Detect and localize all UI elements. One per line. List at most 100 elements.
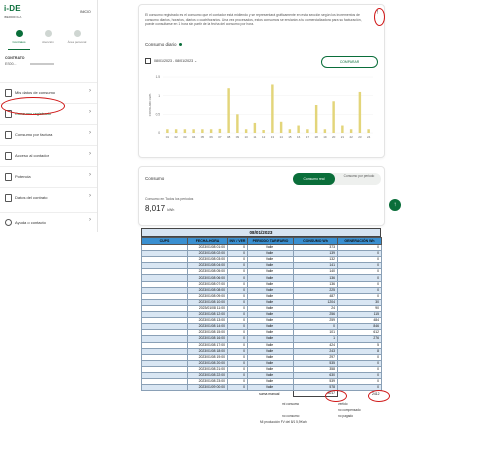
bar (288, 129, 292, 133)
y-tick-label: 1.5 (156, 75, 161, 79)
col-header-consumo: CONSUMO Wh (293, 237, 338, 245)
chart-card-title: Consumo diario (145, 42, 182, 47)
date-range-picker[interactable]: 08/01/2023 - 08/01/2023 ⌄ (145, 58, 197, 64)
table-cell (227, 390, 248, 397)
note-mi-consumo: mi consumo (282, 402, 300, 406)
x-tick-label: 24 (367, 135, 371, 139)
note-produccion-fv: Mi producción FV del 8/1 5,9Kwh (260, 420, 307, 424)
x-tick-label: 09 (236, 135, 240, 139)
chevron-right-icon: › (89, 88, 91, 94)
chevron-right-icon: › (89, 217, 91, 223)
x-tick-label: 22 (349, 135, 353, 139)
document-icon (15, 30, 23, 37)
x-tick-label: 11 (253, 135, 256, 139)
note-no-compensado: no compensado (338, 408, 361, 412)
annotation-circle-generacion (368, 390, 390, 402)
chevron-right-icon: › (89, 109, 91, 115)
x-tick-label: 07 (218, 135, 222, 139)
x-tick-label: 06 (209, 135, 213, 139)
y-axis-label: CONSUMO kWh (148, 93, 152, 116)
bar (201, 129, 204, 133)
home-link[interactable]: INICIO (80, 10, 91, 14)
x-tick-label: 12 (262, 135, 266, 139)
bar (358, 91, 362, 133)
x-tick-label: 16 (297, 135, 301, 139)
contract-value[interactable]: ES00... (5, 62, 16, 66)
x-tick-label: 13 (271, 135, 275, 139)
daily-consumption-chart: 0 0.5 1 1.5 CONSUMO kWh 01 02 03 04 05 06 07 08 09 10 1… (148, 75, 373, 139)
invoice-icon (5, 131, 12, 139)
x-tick-label: 05 (201, 135, 205, 139)
annotation-circle-sum (325, 390, 347, 402)
bar (227, 88, 230, 133)
bar (218, 128, 222, 133)
x-tick-label: 20 (332, 135, 336, 139)
bar (323, 129, 327, 133)
x-tick-label: 18 (314, 135, 318, 139)
bar (192, 129, 195, 133)
x-tick-label: 21 (341, 135, 345, 139)
tab-contratos[interactable]: Contratos (6, 28, 32, 50)
bar (349, 129, 353, 133)
bar (367, 129, 370, 133)
lightning-icon (5, 173, 12, 181)
chevron-right-icon: › (89, 130, 91, 136)
logo: i-DE (4, 4, 21, 13)
annotation-circle-menu (1, 97, 65, 115)
toggle-consumo-periodo[interactable]: Consumo por periodo (339, 174, 379, 179)
x-tick-label: 17 (306, 135, 310, 139)
sidebar-item-consumo-factura[interactable]: Consumo por factura › (0, 124, 97, 145)
sidebar: i-DE IBERDROLA INICIO Contratos Atención… (0, 0, 98, 232)
chevron-right-icon: › (89, 172, 91, 178)
x-tick-label: 19 (323, 135, 327, 139)
tab-atencion[interactable]: Atención (35, 28, 61, 50)
summary-subtitle: Consumo en Todos los periodos (145, 197, 194, 201)
bar (279, 121, 283, 133)
note-no-consumo: no consumo (282, 414, 300, 418)
col-header-inv-ver: INV / VER (227, 237, 248, 245)
bar (166, 129, 169, 133)
sheet-date-header: 08/01/2023 (141, 228, 381, 237)
help-icon (5, 219, 12, 226)
toggle-consumo-real[interactable]: Consumo real (293, 173, 335, 185)
x-tick-label: 03 (183, 135, 187, 139)
bar (306, 129, 309, 133)
calendar-icon (145, 58, 151, 64)
sidebar-item-ayuda[interactable]: Ayuda o contacto › (0, 212, 97, 231)
scroll-top-button[interactable]: ↑ (389, 199, 401, 211)
annotation-circle-marker (374, 8, 385, 26)
y-tick-label: 0 (158, 131, 160, 135)
col-header-generacion: GENERACIÓN Wh (337, 237, 382, 245)
bar (236, 114, 239, 133)
consumption-chart-card: El consumo registrado es el consumo que … (138, 4, 385, 158)
compare-button[interactable]: COMPARAR (321, 56, 378, 68)
bar (314, 105, 318, 133)
chart-icon (5, 89, 12, 97)
x-tick-label: 01 (166, 135, 170, 139)
consumption-toggle: Consumo real Consumo por periodo (293, 173, 381, 185)
x-tick-label: 10 (244, 135, 248, 139)
bar (332, 101, 335, 133)
bar (183, 129, 187, 133)
col-header-cups: CUPS (141, 237, 188, 245)
bar (297, 125, 300, 133)
bar (271, 84, 274, 133)
note-vertido: vertido (338, 402, 348, 406)
sidebar-item-acceso-contador[interactable]: Acceso al contador › (0, 145, 97, 166)
x-tick-label: 14 (279, 135, 283, 139)
note-no-pagado: no pagado (338, 414, 354, 418)
info-icon[interactable] (178, 43, 182, 47)
contract-label: CONTRATO (5, 56, 25, 60)
x-tick-label: 04 (192, 135, 196, 139)
table-cell (187, 390, 228, 397)
key-icon (5, 152, 12, 160)
sidebar-item-potencia[interactable]: Potencia › (0, 166, 97, 187)
tab-area-personal[interactable]: Área personal (64, 28, 90, 50)
summary-title: Consumo (145, 176, 165, 181)
sidebar-item-datos-contrato[interactable]: Datos del contrato › (0, 187, 97, 208)
contract-icon (5, 194, 12, 202)
y-tick-label: 1 (158, 94, 160, 98)
annotation-marker: ! (377, 10, 379, 16)
x-tick-label: 23 (358, 135, 362, 139)
bar (341, 125, 344, 133)
